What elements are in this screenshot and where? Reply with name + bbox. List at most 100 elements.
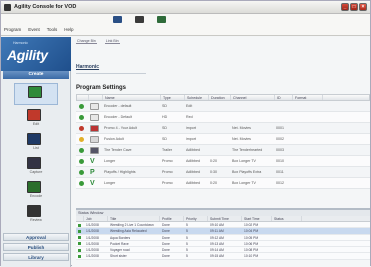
table-row[interactable]: The Tender Cave Trailer Adlibbed The Tender… (76, 145, 370, 156)
cell-schedule: Edit (186, 104, 193, 108)
menu-bar: Program Event Tools Help (4, 27, 74, 32)
cell-schedule: Red (186, 115, 193, 119)
job-status-mark (78, 236, 81, 240)
status-col-submit[interactable]: Submit Time (208, 216, 242, 221)
table-row[interactable]: Promo 4 - Your Adult SD import Net. Movies 0… (76, 123, 370, 134)
status-cell-1: 1/1/2008 (86, 235, 99, 240)
col-status[interactable] (77, 95, 89, 100)
status-col-job[interactable]: Job (84, 216, 108, 221)
cell-id (274, 112, 292, 122)
status-col-profile[interactable]: Profile (160, 216, 184, 221)
status-cell-7 (272, 228, 302, 233)
status-cell-4: 5 (186, 241, 188, 246)
title-bar: Agility Console for VOD _ □ × (1, 1, 370, 14)
tab-link-bin[interactable]: Link Bin (104, 39, 120, 44)
window-title: Agility Console for VOD (14, 4, 77, 10)
table-row[interactable]: P Playoffs / Highlights Promo Adlibbed 0:30 B… (76, 167, 370, 178)
cell-channel (230, 101, 274, 111)
cell-format (292, 167, 322, 177)
status-dot (79, 137, 84, 142)
nav-tile-2[interactable]: List (14, 131, 58, 153)
cell-id: 0010 (276, 159, 284, 163)
brand-name: Agility (7, 47, 48, 63)
nav-publish[interactable]: Publish (3, 243, 69, 251)
table-row[interactable]: Fusion Adult SD import Net. Movies 0002 (76, 134, 370, 145)
nav-tile-icon (27, 181, 41, 193)
job-status-mark (78, 229, 81, 233)
status-dot (79, 148, 84, 153)
open-button[interactable] (133, 15, 146, 26)
status-col-title[interactable]: Title (108, 216, 160, 221)
col-thumb[interactable] (89, 95, 103, 100)
status-col-priority[interactable]: Priority (184, 216, 208, 221)
status-col-icon[interactable] (76, 216, 84, 221)
nav-tile-label: Encode (29, 194, 43, 198)
table-row[interactable]: Encoder - default SD Edit (76, 101, 370, 112)
col-id[interactable]: ID (275, 95, 293, 100)
table-row[interactable]: Encoder - Default HD Red (76, 112, 370, 123)
nav-tile-1[interactable]: Edit (14, 107, 58, 129)
create-header[interactable]: Create (3, 71, 69, 79)
status-dot-icon (76, 123, 88, 133)
tab-change-bin[interactable]: Change Bin (76, 39, 97, 44)
save-button[interactable] (155, 15, 168, 26)
thumbnail: V (90, 158, 95, 165)
table-row[interactable]: V Longer Promo Adlibbed 0:20 Box Longer TV 001… (76, 156, 370, 167)
cell-channel (230, 112, 274, 122)
col-name[interactable]: Name (103, 95, 161, 100)
col-type[interactable]: Type (161, 95, 185, 100)
status-col-status[interactable]: Status (272, 216, 302, 221)
status-col-start[interactable]: Start Time (242, 216, 272, 221)
nav-tile-5[interactable]: Review (14, 203, 58, 225)
nav-approval[interactable]: Approval (3, 233, 69, 241)
job-status-mark (78, 242, 81, 246)
status-row[interactable]: 1/1/2008 Short sister Done 5 09:15 AM 10:10 P… (76, 253, 370, 260)
cell-type: SD (162, 104, 167, 108)
cell-id: 0002 (276, 137, 284, 141)
status-cell-4: 5 (186, 254, 188, 259)
status-cell-7 (272, 222, 302, 227)
status-cell-4: 5 (186, 248, 188, 253)
cell-format (292, 101, 322, 111)
cell-duration: 0:20 (210, 159, 217, 163)
table-row[interactable]: V Longer Promo Adlibbed 0:20 Box Longer TV 001… (76, 178, 370, 189)
menu-program[interactable]: Program (4, 27, 21, 32)
col-channel[interactable]: Channel (231, 95, 275, 100)
thumbnail-icon: V (88, 156, 102, 166)
nav-tile-0[interactable] (14, 83, 58, 105)
status-cell-7 (272, 253, 302, 258)
col-duration[interactable]: Duration (209, 95, 231, 100)
menu-event[interactable]: Event (28, 27, 40, 32)
cell-schedule: Adlibbed (186, 148, 200, 152)
cell-channel: Net. Movies (232, 126, 251, 130)
thumbnail (90, 125, 99, 132)
status-cell-5: 09:14 AM (210, 248, 224, 253)
job-status-icon (76, 222, 84, 227)
maximize-icon[interactable]: □ (350, 3, 358, 11)
menu-help[interactable]: Help (64, 27, 73, 32)
cell-name: Longer (104, 181, 116, 185)
status-dot-icon (76, 178, 88, 188)
nav-library[interactable]: Library (3, 253, 69, 261)
cell-name: Fusion Adult (104, 137, 124, 141)
menu-tools[interactable]: Tools (47, 27, 58, 32)
col-format[interactable]: Format (293, 95, 323, 100)
cell-type: SD (162, 126, 167, 130)
brand-small: Harmonic (13, 41, 28, 45)
status-cell-5: 09:12 AM (210, 235, 224, 240)
job-status-icon (76, 228, 84, 233)
app-window: Agility Console for VOD _ □ × Program Ev… (0, 0, 371, 267)
cell-duration (208, 101, 230, 111)
nav-tile-4[interactable]: Encode (14, 179, 58, 201)
cell-type: SD (162, 137, 167, 141)
brand-logo: Harmonic Agility (1, 37, 71, 71)
minimize-icon[interactable]: _ (341, 3, 349, 11)
status-cell-6: 10:02 PM (244, 223, 259, 227)
status-dot-icon (76, 167, 88, 177)
close-icon[interactable]: × (359, 3, 367, 11)
nav-tile-3[interactable]: Capture (14, 155, 58, 177)
col-schedule[interactable]: Schedule (185, 95, 209, 100)
new-button[interactable] (111, 15, 124, 26)
cell-duration (208, 112, 230, 122)
cell-duration: 0:20 (210, 181, 217, 185)
